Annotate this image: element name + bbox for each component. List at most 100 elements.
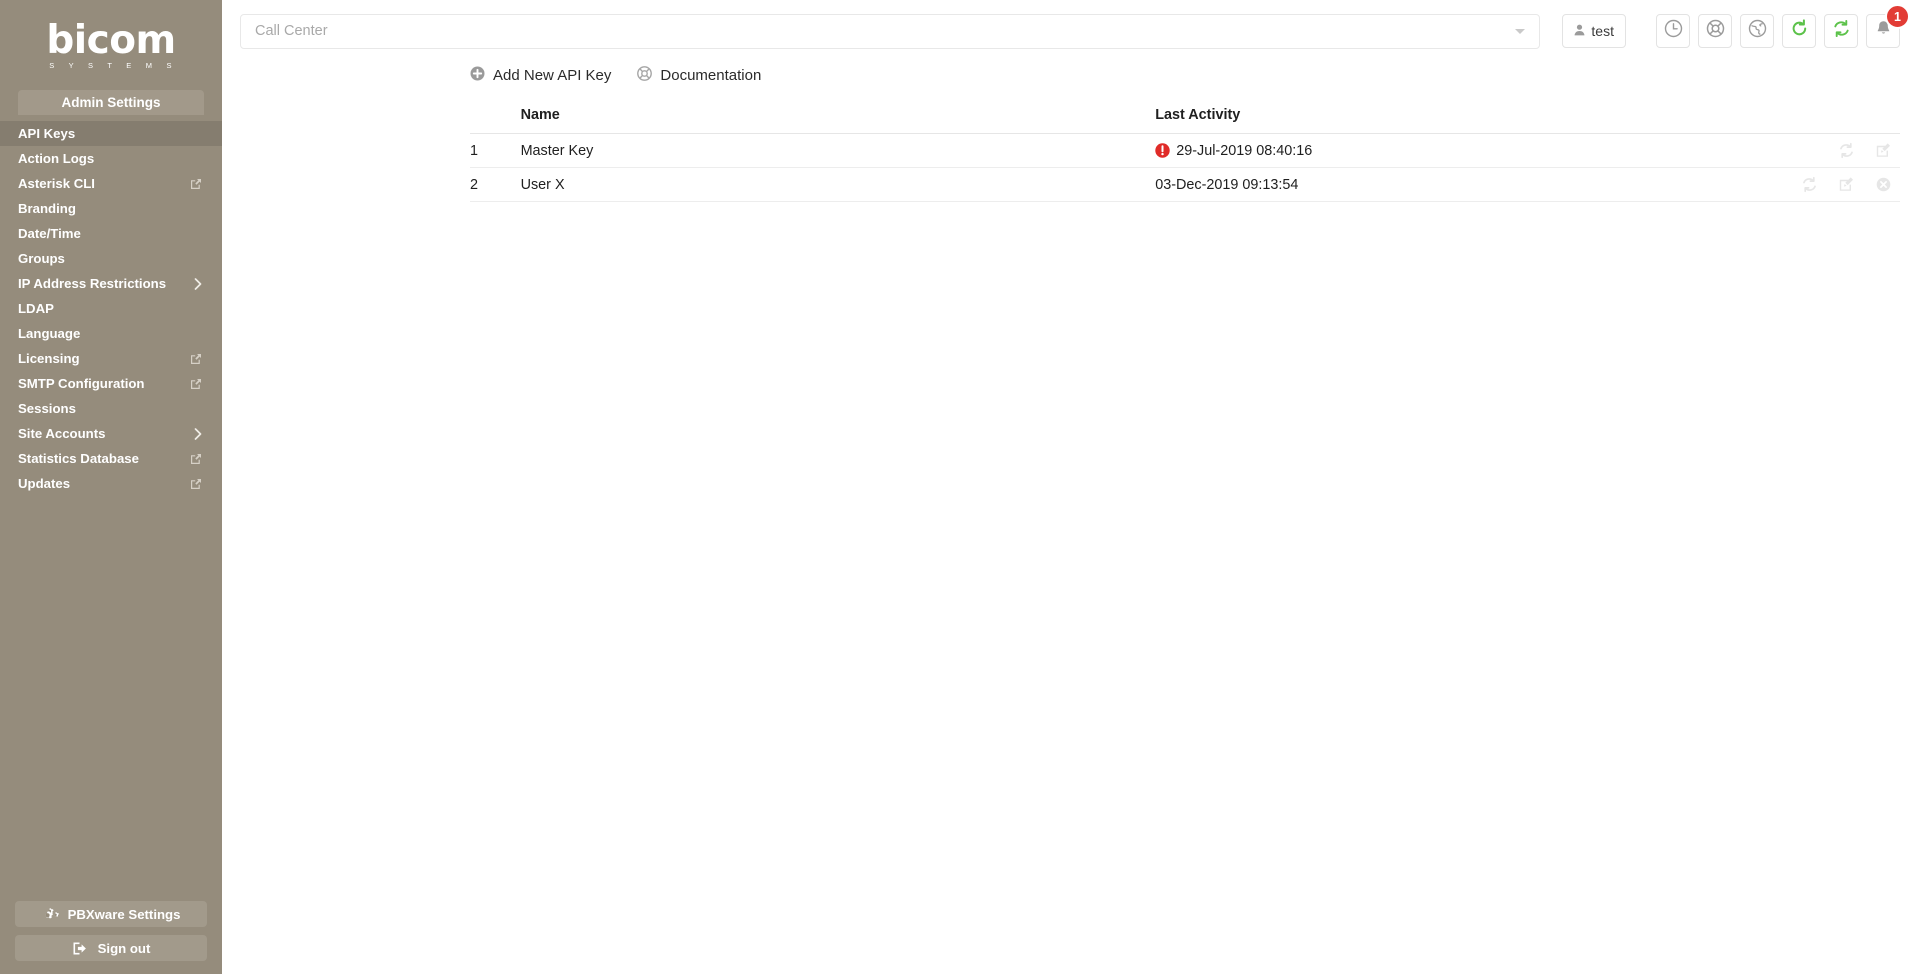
sidebar-item-label: Sessions (18, 401, 76, 416)
sidebar: bicom S Y S T E M S Admin Settings API K… (0, 0, 222, 974)
user-menu-button[interactable]: test (1562, 14, 1626, 48)
pbxware-settings-label: PBXware Settings (67, 906, 181, 922)
col-operations (1782, 107, 1900, 134)
sidebar-item-label: API Keys (18, 126, 76, 141)
sync-icon[interactable] (1801, 176, 1818, 193)
topbar-icon-buttons: 1 (1656, 4, 1910, 48)
logo-text: bicom (46, 17, 176, 63)
clock-icon (1664, 19, 1683, 43)
col-last-activity: Last Activity (1155, 107, 1783, 134)
delete-icon[interactable] (1875, 176, 1892, 193)
sign-out-button[interactable]: Sign out (15, 935, 207, 961)
sync-icon[interactable] (1838, 142, 1855, 159)
support-icon-button[interactable] (1698, 14, 1732, 48)
col-index (470, 107, 521, 134)
brand-logo: bicom S Y S T E M S (0, 0, 222, 86)
sidebar-item-label: Asterisk CLI (18, 176, 95, 191)
chevron-right-icon (194, 277, 202, 290)
sidebar-item-label: Language (18, 326, 81, 341)
sidebar-item-api-keys[interactable]: API Keys (0, 121, 222, 146)
sign-out-icon (72, 941, 89, 956)
sidebar-item-ip-address-restrictions[interactable]: IP Address Restrictions (0, 271, 222, 296)
sidebar-item-label: Statistics Database (18, 451, 139, 466)
refresh-icon-button[interactable] (1782, 14, 1816, 48)
row-last-activity-cell: 29-Jul-2019 08:40:16 (1155, 133, 1783, 168)
sidebar-item-label: IP Address Restrictions (18, 276, 167, 291)
sidebar-item-label: Groups (18, 251, 65, 266)
row-operations (1782, 167, 1900, 202)
sign-out-label: Sign out (97, 940, 151, 956)
warning-icon (1155, 142, 1170, 158)
chevron-right-icon (194, 427, 202, 440)
sidebar-section-title: Admin Settings (18, 90, 204, 115)
documentation-button[interactable]: Documentation (637, 65, 762, 85)
globe-icon-button[interactable] (1740, 14, 1774, 48)
plus-circle-icon (470, 66, 485, 85)
sidebar-item-sessions[interactable]: Sessions (0, 396, 222, 421)
row-name: Master Key (520, 133, 1156, 168)
sidebar-item-language[interactable]: Language (0, 321, 222, 346)
row-last-activity-cell: 03-Dec-2019 09:13:54 (1155, 167, 1783, 202)
sidebar-item-label: Date/Time (18, 226, 81, 241)
pbxware-settings-button[interactable]: PBXware Settings (15, 901, 207, 927)
notification-badge: 1 (1885, 4, 1910, 29)
tenant-select[interactable]: Call Center (240, 13, 1541, 49)
table-body: 1 Master Key 29-Jul-2019 08:40:16 2 User X 03… (470, 133, 1900, 202)
sidebar-bottom-actions: PBXware Settings Sign out (0, 901, 222, 961)
topbar: Call Center test 1 (222, 0, 1918, 62)
sidebar-item-label: Updates (18, 476, 71, 491)
external-link-icon (190, 478, 202, 490)
sidebar-item-licensing[interactable]: Licensing (0, 346, 222, 371)
action-toolbar: Add New API Key Documentation (222, 61, 1918, 89)
api-keys-table-wrapper: Name Last Activity 1 Master Key 29-Jul-201… (222, 89, 1918, 202)
table-header-row: Name Last Activity (470, 107, 1900, 134)
gears-icon (42, 907, 59, 922)
sidebar-item-label: Site Accounts (18, 426, 106, 441)
sidebar-item-updates[interactable]: Updates (0, 471, 222, 496)
notifications-button[interactable]: 1 (1866, 4, 1910, 48)
external-link-icon (190, 453, 202, 465)
external-link-icon (190, 353, 202, 365)
add-new-api-key-button[interactable]: Add New API Key (470, 66, 611, 85)
lifebuoy-icon (637, 65, 653, 85)
user-icon (1574, 23, 1585, 39)
row-operations (1782, 133, 1900, 168)
sidebar-item-label: SMTP Configuration (18, 376, 145, 391)
sidebar-item-statistics-database[interactable]: Statistics Database (0, 446, 222, 471)
sidebar-item-label: Branding (18, 201, 76, 216)
sidebar-item-smtp-configuration[interactable]: SMTP Configuration (0, 371, 222, 396)
table-row[interactable]: 2 User X 03-Dec-2019 09:13:54 (470, 167, 1900, 202)
sidebar-item-label: Licensing (18, 351, 80, 366)
sidebar-nav: API Keys Action Logs Asterisk CLI Branding D… (0, 121, 222, 496)
sidebar-item-asterisk-cli[interactable]: Asterisk CLI (0, 171, 222, 196)
sidebar-item-label: LDAP (18, 301, 54, 316)
sidebar-item-site-accounts[interactable]: Site Accounts (0, 421, 222, 446)
lifebuoy-icon (1706, 19, 1725, 43)
sidebar-item-action-logs[interactable]: Action Logs (0, 146, 222, 171)
table-head: Name Last Activity (470, 107, 1900, 134)
chevron-down-icon (1515, 28, 1526, 34)
edit-icon[interactable] (1875, 142, 1892, 159)
user-menu-label: test (1591, 23, 1614, 39)
api-keys-table: Name Last Activity 1 Master Key 29-Jul-201… (470, 107, 1900, 202)
row-index: 1 (470, 133, 521, 168)
row-last-activity: 03-Dec-2019 09:13:54 (1155, 176, 1299, 193)
external-link-icon (190, 178, 202, 190)
sidebar-item-date-time[interactable]: Date/Time (0, 221, 222, 246)
sidebar-item-branding[interactable]: Branding (0, 196, 222, 221)
sync-icon-button[interactable] (1824, 14, 1858, 48)
sidebar-item-ldap[interactable]: LDAP (0, 296, 222, 321)
documentation-label: Documentation (660, 66, 762, 84)
app-root: bicom S Y S T E M S Admin Settings API K… (0, 0, 1918, 974)
table-row[interactable]: 1 Master Key 29-Jul-2019 08:40:16 (470, 133, 1900, 168)
sync-icon (1832, 19, 1851, 43)
edit-icon[interactable] (1838, 176, 1855, 193)
external-link-icon (190, 378, 202, 390)
sidebar-item-label: Action Logs (18, 151, 95, 166)
add-new-api-key-label: Add New API Key (493, 66, 612, 84)
sidebar-item-groups[interactable]: Groups (0, 246, 222, 271)
row-last-activity: 29-Jul-2019 08:40:16 (1176, 142, 1313, 159)
clock-icon-button[interactable] (1656, 14, 1690, 48)
logo-subtitle: S Y S T E M S (49, 61, 178, 71)
row-name: User X (520, 167, 1156, 202)
